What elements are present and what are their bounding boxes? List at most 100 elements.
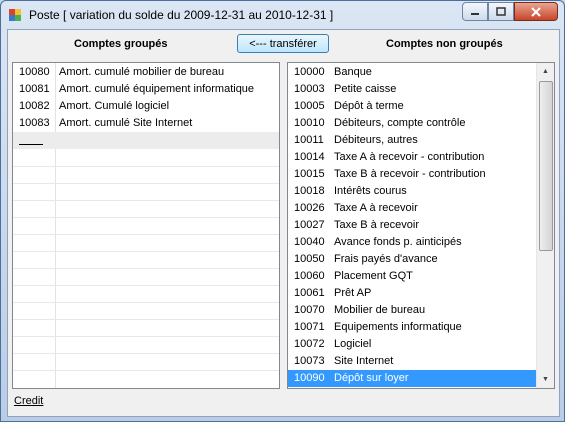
title-bar[interactable]: Poste [ variation du solde du 2009-12-31… xyxy=(1,1,564,29)
app-icon xyxy=(9,9,21,21)
account-code: 10003 xyxy=(294,83,325,95)
list-item[interactable]: 10081 Amort. cumulé équipement informatiq… xyxy=(13,81,279,98)
row-gridline xyxy=(13,251,279,252)
new-row[interactable] xyxy=(13,132,279,149)
list-item[interactable]: 10014 Taxe A à recevoir - contribution xyxy=(288,149,536,166)
account-code: 10060 xyxy=(294,270,325,282)
list-item[interactable]: 10000 Banque xyxy=(288,64,536,81)
window-title: Poste [ variation du solde du 2009-12-31… xyxy=(29,8,334,22)
list-item[interactable]: 10090 Dépôt sur loyer xyxy=(288,370,536,387)
minimize-button[interactable] xyxy=(462,2,488,21)
account-code: 10073 xyxy=(294,355,325,367)
close-button[interactable] xyxy=(514,2,558,21)
list-item[interactable]: 10071 Equipements informatique xyxy=(288,319,536,336)
row-gridline xyxy=(13,336,279,337)
list-item[interactable]: 10003 Petite caisse xyxy=(288,81,536,98)
account-name: Equipements informatique xyxy=(334,321,462,333)
account-code: 10090 xyxy=(294,372,325,384)
account-name: Débiteurs, compte contrôle xyxy=(334,117,466,129)
account-name: Taxe A à recevoir xyxy=(334,202,418,214)
row-gridline xyxy=(13,234,279,235)
account-code: 10010 xyxy=(294,117,325,129)
new-row-cursor xyxy=(19,144,43,145)
list-item[interactable]: 10026 Taxe A à recevoir xyxy=(288,200,536,217)
credit-link[interactable]: Credit xyxy=(14,395,43,407)
vertical-scrollbar[interactable]: ▲ ▼ xyxy=(536,63,554,388)
scroll-down-icon[interactable]: ▼ xyxy=(537,371,554,388)
account-name: Intérêts courus xyxy=(334,185,407,197)
scroll-thumb[interactable] xyxy=(539,81,553,251)
grouped-accounts-list[interactable]: 10080 Amort. cumulé mobilier de bureau 100… xyxy=(12,62,280,389)
list-item[interactable]: 10073 Site Internet xyxy=(288,353,536,370)
account-name: Logiciel xyxy=(334,338,372,350)
list-item[interactable]: 10082 Amort. Cumulé logiciel xyxy=(13,98,279,115)
maximize-icon xyxy=(496,7,506,16)
account-name: Taxe B à recevoir - contribution xyxy=(334,168,486,180)
account-code: 10015 xyxy=(294,168,325,180)
account-name: Mobilier de bureau xyxy=(334,304,426,316)
list-item[interactable]: 10083 Amort. cumulé Site Internet xyxy=(13,115,279,132)
account-code: 10082 xyxy=(19,100,50,112)
account-name: Dépôt sur loyer xyxy=(334,372,409,384)
scroll-up-icon[interactable]: ▲ xyxy=(537,63,554,80)
list-item[interactable]: 10015 Taxe B à recevoir - contribution xyxy=(288,166,536,183)
account-name: Banque xyxy=(334,66,372,78)
account-code: 10040 xyxy=(294,236,325,248)
row-gridline xyxy=(13,183,279,184)
account-code: 10080 xyxy=(19,66,50,78)
list-item[interactable]: 10060 Placement GQT xyxy=(288,268,536,285)
list-item[interactable]: 10070 Mobilier de bureau xyxy=(288,302,536,319)
account-code: 10014 xyxy=(294,151,325,163)
account-code: 10083 xyxy=(19,117,50,129)
list-item[interactable]: 10040 Avance fonds p. ainticipés xyxy=(288,234,536,251)
account-code: 10018 xyxy=(294,185,325,197)
account-code: 10071 xyxy=(294,321,325,333)
row-gridline xyxy=(13,166,279,167)
account-name: Taxe A à recevoir - contribution xyxy=(334,151,485,163)
row-gridline xyxy=(13,353,279,354)
account-name: Frais payés d'avance xyxy=(334,253,438,265)
account-code: 10026 xyxy=(294,202,325,214)
account-name: Débiteurs, autres xyxy=(334,134,418,146)
list-item[interactable]: 10061 Prêt AP xyxy=(288,285,536,302)
list-item[interactable]: 10005 Dépôt à terme xyxy=(288,98,536,115)
row-gridline xyxy=(13,200,279,201)
list-item[interactable]: 10018 Intérêts courus xyxy=(288,183,536,200)
account-name: Amort. cumulé Site Internet xyxy=(59,117,193,129)
account-code: 10061 xyxy=(294,287,325,299)
minimize-icon xyxy=(471,12,479,15)
account-name: Dépôt à terme xyxy=(334,100,404,112)
list-item[interactable]: 10010 Débiteurs, compte contrôle xyxy=(288,115,536,132)
account-name: Taxe B à recevoir xyxy=(334,219,419,231)
close-icon xyxy=(531,6,541,17)
account-code: 10027 xyxy=(294,219,325,231)
row-gridline xyxy=(13,302,279,303)
list-item[interactable]: 10072 Logiciel xyxy=(288,336,536,353)
account-code: 10000 xyxy=(294,66,325,78)
account-code: 10011 xyxy=(294,134,324,146)
list-item[interactable]: 10011 Débiteurs, autres xyxy=(288,132,536,149)
account-name: Site Internet xyxy=(334,355,394,367)
row-gridline xyxy=(13,285,279,286)
account-name: Amort. Cumulé logiciel xyxy=(59,100,170,112)
account-name: Prêt AP xyxy=(334,287,372,299)
row-gridline xyxy=(13,319,279,320)
maximize-button[interactable] xyxy=(488,2,514,21)
account-name: Placement GQT xyxy=(334,270,413,282)
account-code: 10050 xyxy=(294,253,325,265)
account-name: Avance fonds p. ainticipés xyxy=(334,236,462,248)
grouped-accounts-header: Comptes groupés xyxy=(74,38,168,50)
account-code: 10072 xyxy=(294,338,325,350)
account-code: 10005 xyxy=(294,100,325,112)
account-name: Amort. cumulé équipement informatique xyxy=(59,83,255,95)
list-item[interactable]: 10080 Amort. cumulé mobilier de bureau xyxy=(13,64,279,81)
ungrouped-accounts-list[interactable]: ▲ ▼ 10000 Banque 10003 Petite caisse 10005 Dé… xyxy=(287,62,555,389)
row-gridline xyxy=(13,268,279,269)
list-item[interactable]: 10027 Taxe B à recevoir xyxy=(288,217,536,234)
account-code: 10081 xyxy=(19,83,50,95)
client-area: Comptes groupés <--- transférer Comptes … xyxy=(7,29,560,417)
transfer-button[interactable]: <--- transférer xyxy=(237,34,329,53)
ungrouped-accounts-header: Comptes non groupés xyxy=(386,38,503,50)
account-code: 10070 xyxy=(294,304,325,316)
list-item[interactable]: 10050 Frais payés d'avance xyxy=(288,251,536,268)
